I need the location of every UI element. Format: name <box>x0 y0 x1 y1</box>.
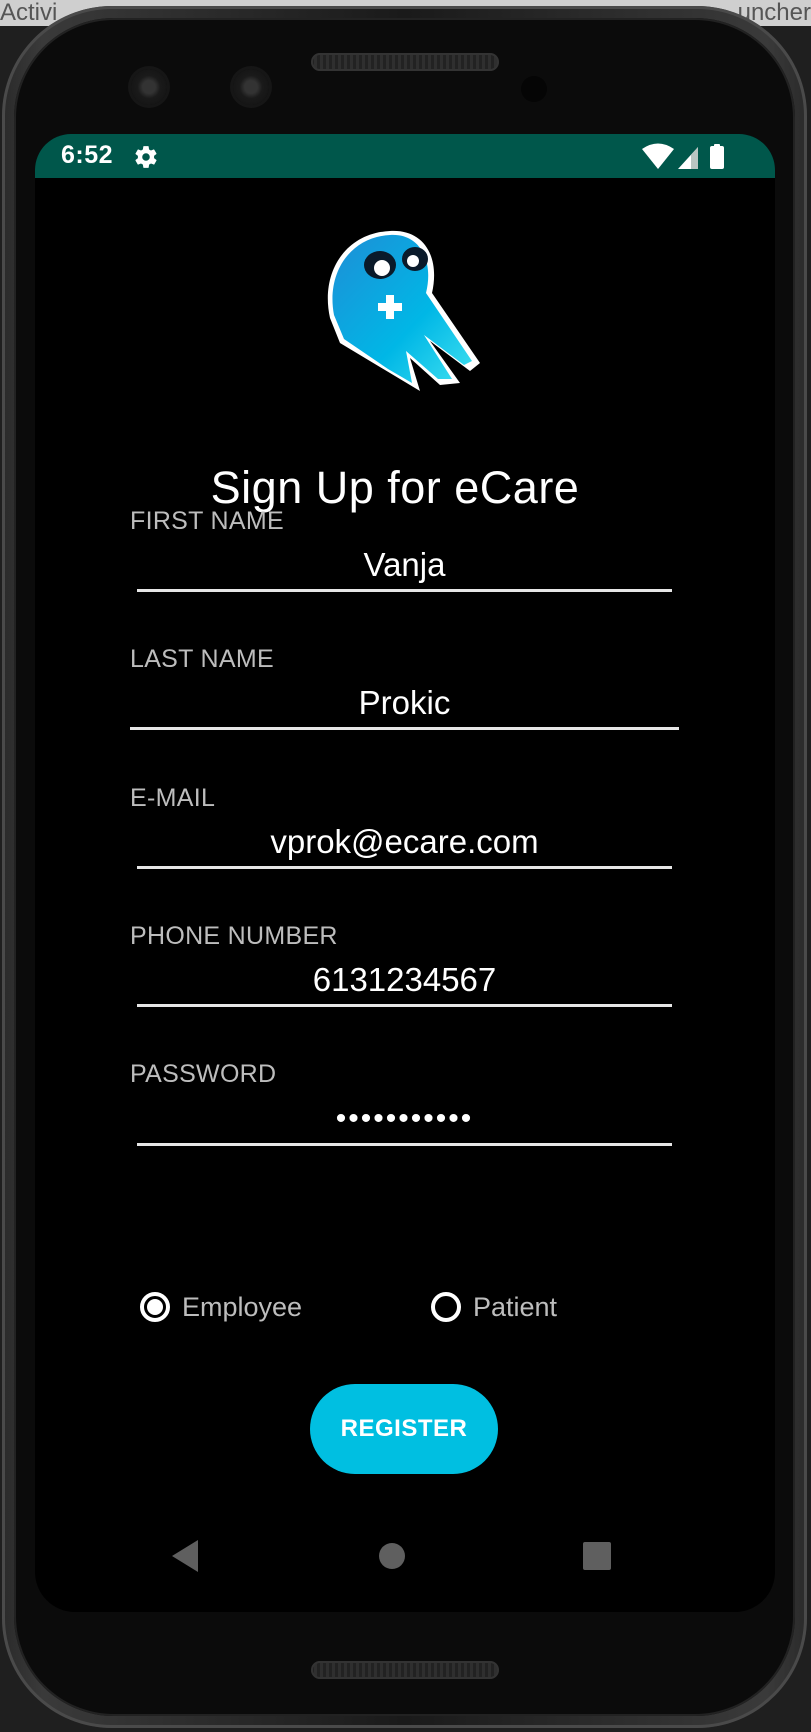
home-icon[interactable] <box>368 1532 416 1580</box>
email-input[interactable] <box>137 817 672 869</box>
password-label: PASSWORD <box>130 1060 277 1088</box>
status-icons <box>642 143 724 169</box>
status-time: 6:52 <box>61 141 114 169</box>
radio-patient[interactable]: Patient <box>431 1282 557 1332</box>
status-bar: 6:52 <box>35 134 775 178</box>
earpiece-speaker <box>311 53 499 71</box>
bottom-speaker <box>311 1661 499 1679</box>
proximity-sensor <box>521 76 547 102</box>
last-name-input[interactable] <box>130 678 679 730</box>
phone-number-label: PHONE NUMBER <box>130 922 338 950</box>
front-camera-icon <box>131 69 167 105</box>
last-name-label: LAST NAME <box>130 645 274 673</box>
recents-icon[interactable] <box>573 1532 621 1580</box>
radio-unselected-icon <box>431 1292 461 1322</box>
radio-selected-icon <box>140 1292 170 1322</box>
ecare-logo-icon <box>327 230 480 391</box>
back-icon[interactable] <box>162 1532 210 1580</box>
register-button[interactable]: REGISTER <box>310 1384 498 1474</box>
front-camera-icon <box>233 69 269 105</box>
gear-icon <box>135 146 157 168</box>
first-name-input[interactable] <box>137 540 672 592</box>
radio-patient-label: Patient <box>473 1291 558 1322</box>
role-radio-group: Employee Patient <box>135 1282 675 1332</box>
app-screen: 6:52 Sign Up for eCare FIRST NAME Vanja … <box>35 134 775 1612</box>
password-input[interactable] <box>137 1094 672 1146</box>
first-name-label: FIRST NAME <box>130 507 284 535</box>
host-left-text: Activi <box>0 0 58 26</box>
radio-dot <box>147 1299 163 1315</box>
radio-employee[interactable]: Employee <box>140 1282 302 1332</box>
email-label: E-MAIL <box>130 784 216 812</box>
cell-signal-icon <box>678 147 698 169</box>
radio-employee-label: Employee <box>182 1291 303 1322</box>
navigation-bar <box>35 1514 775 1604</box>
battery-icon <box>710 144 724 169</box>
wifi-icon <box>642 143 674 169</box>
phone-number-input[interactable] <box>137 955 672 1007</box>
